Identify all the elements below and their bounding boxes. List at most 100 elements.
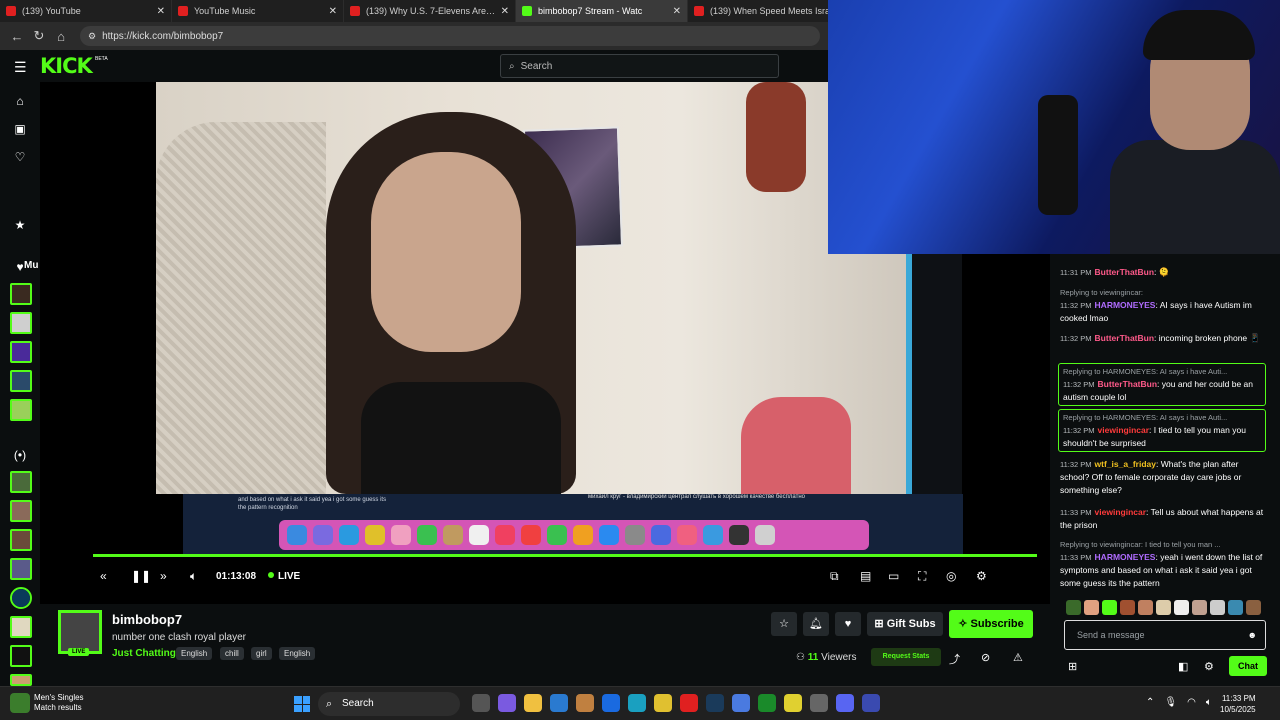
recommended-channel-avatar[interactable]: [10, 587, 32, 609]
stream-category[interactable]: Just Chatting: [112, 648, 176, 659]
stream-tag[interactable]: English: [176, 647, 213, 660]
hide-icon[interactable]: ⊘: [981, 651, 990, 664]
emote[interactable]: [1210, 600, 1225, 615]
copilot-icon[interactable]: [498, 694, 516, 712]
tab-youtube-music[interactable]: YouTube Music ✕: [172, 0, 344, 22]
app-icon[interactable]: [862, 694, 880, 712]
url-field[interactable]: ⚙ https://kick.com/bimbobop7: [80, 26, 820, 46]
recommended-channel-avatar[interactable]: [10, 471, 32, 493]
emote[interactable]: [1228, 600, 1243, 615]
share-icon[interactable]: ⤴: [949, 651, 960, 667]
chrome-icon[interactable]: [654, 694, 672, 712]
followed-channel-avatar[interactable]: [10, 399, 32, 421]
rewind-icon[interactable]: «: [100, 569, 107, 583]
volume-icon[interactable]: 🔈︎: [190, 569, 197, 584]
chat-username[interactable]: viewingincar: [1098, 425, 1150, 435]
reply-context[interactable]: Replying to viewingincar:: [1060, 286, 1264, 299]
notification-bell-button[interactable]: 🔔︎: [803, 612, 829, 636]
picture-in-picture-icon[interactable]: ⧉: [830, 569, 839, 584]
reply-context[interactable]: Replying to HARMONEYES: AI says i have A…: [1063, 411, 1261, 424]
site-info-icon[interactable]: ⚙: [88, 31, 96, 42]
taskbar-search[interactable]: ⌕ Search: [318, 692, 460, 716]
wifi-icon[interactable]: ◠: [1187, 697, 1196, 708]
stream-tag[interactable]: chill: [220, 647, 244, 660]
back-icon[interactable]: ←: [6, 29, 28, 44]
emote[interactable]: [1066, 600, 1081, 615]
close-icon[interactable]: ✕: [501, 6, 509, 17]
emote-menu-icon[interactable]: ◧: [1178, 660, 1188, 673]
reply-context[interactable]: Replying to HARMONEYES: AI says i have A…: [1063, 365, 1261, 378]
follow-button[interactable]: ♥: [835, 612, 861, 636]
chat-username[interactable]: ButterThatBun: [1095, 333, 1155, 343]
chat-username[interactable]: HARMONEYES: [1095, 552, 1156, 562]
followed-channel-avatar[interactable]: [10, 341, 32, 363]
star-icon[interactable]: ★: [12, 218, 28, 232]
recommended-channel-avatar[interactable]: [10, 558, 32, 580]
emote[interactable]: [1120, 600, 1135, 615]
recommended-channel-avatar[interactable]: [10, 674, 32, 686]
settings-icon[interactable]: ⚙: [976, 569, 987, 583]
favorite-button[interactable]: ☆: [771, 612, 797, 636]
amazon-icon[interactable]: [576, 694, 594, 712]
stream-tag[interactable]: girl: [251, 647, 272, 660]
chat-username[interactable]: ButterThatBun: [1095, 267, 1155, 277]
emote[interactable]: [1102, 600, 1117, 615]
volume-icon[interactable]: 🔈︎: [1206, 697, 1212, 708]
discord-icon[interactable]: [836, 694, 854, 712]
emote[interactable]: [1156, 600, 1171, 615]
steam-icon[interactable]: [706, 694, 724, 712]
channel-name[interactable]: bimbobop7: [112, 612, 182, 627]
chat-send-button[interactable]: Chat: [1229, 656, 1267, 676]
task-view-icon[interactable]: [472, 694, 490, 712]
fullscreen-icon[interactable]: ⛶: [918, 569, 926, 584]
tab-youtube[interactable]: (139) YouTube ✕: [0, 0, 172, 22]
gift-icon[interactable]: ⊞: [1068, 660, 1077, 673]
kick-logo[interactable]: KICK: [40, 54, 93, 78]
taskbar-clock[interactable]: 11:33 PM 10/5/2025: [1220, 693, 1256, 715]
clip-icon[interactable]: ▤: [860, 569, 871, 583]
file-explorer-icon[interactable]: [524, 694, 542, 712]
youtube-icon[interactable]: [680, 694, 698, 712]
facebook-icon[interactable]: [602, 694, 620, 712]
tab-kick-stream[interactable]: bimbobop7 Stream - Watc ✕: [516, 0, 688, 22]
news-widget[interactable]: Men's Singles Match results: [10, 693, 84, 713]
edge-icon[interactable]: [628, 694, 646, 712]
emote[interactable]: [1192, 600, 1207, 615]
pause-icon[interactable]: ❚❚: [131, 569, 151, 583]
chat-username[interactable]: wtf_is_a_friday: [1095, 459, 1156, 469]
chat-message-input[interactable]: Send a message ☻: [1064, 620, 1266, 650]
reload-icon[interactable]: ↻: [28, 28, 50, 44]
tab-7eleven-video[interactable]: (139) Why U.S. 7-Elevens Are Ad ✕: [344, 0, 516, 22]
sticky-notes-icon[interactable]: [784, 694, 802, 712]
chat-username[interactable]: HARMONEYES: [1095, 300, 1156, 310]
followed-channel-avatar[interactable]: [10, 283, 32, 305]
recommended-channel-avatar[interactable]: [10, 616, 32, 638]
chevron-up-icon[interactable]: ⌃: [1146, 697, 1154, 708]
quality-icon[interactable]: ◎: [946, 569, 956, 583]
app-icon[interactable]: [732, 694, 750, 712]
recommended-channel-avatar[interactable]: [10, 529, 32, 551]
request-stats-button[interactable]: Request Stats: [871, 648, 941, 666]
reply-context[interactable]: Replying to viewingincar: I tied to tell…: [1060, 538, 1264, 551]
chat-username[interactable]: viewingincar: [1095, 507, 1147, 517]
xbox-icon[interactable]: [758, 694, 776, 712]
followed-channel-avatar[interactable]: [10, 312, 32, 334]
home-icon[interactable]: ⌂: [12, 94, 28, 108]
recommended-channel-avatar[interactable]: [10, 645, 32, 667]
search-input[interactable]: ⌕ Search: [500, 54, 779, 78]
browse-icon[interactable]: ▣: [12, 122, 28, 136]
store-icon[interactable]: [550, 694, 568, 712]
menu-icon[interactable]: ☰: [14, 59, 27, 76]
chat-settings-icon[interactable]: ⚙: [1204, 660, 1214, 673]
recommended-channel-avatar[interactable]: [10, 500, 32, 522]
forward-icon[interactable]: »: [160, 569, 167, 583]
windows-start-icon[interactable]: [294, 696, 310, 712]
obs-icon[interactable]: [810, 694, 828, 712]
microphone-icon[interactable]: 🎙︎: [1164, 697, 1177, 708]
live-indicator[interactable]: LIVE: [268, 571, 300, 582]
emote[interactable]: [1246, 600, 1261, 615]
report-icon[interactable]: ⚠: [1013, 651, 1023, 664]
stream-tag[interactable]: English: [279, 647, 316, 660]
followed-channel-avatar[interactable]: [10, 370, 32, 392]
emoji-picker-icon[interactable]: ☻: [1248, 621, 1257, 649]
